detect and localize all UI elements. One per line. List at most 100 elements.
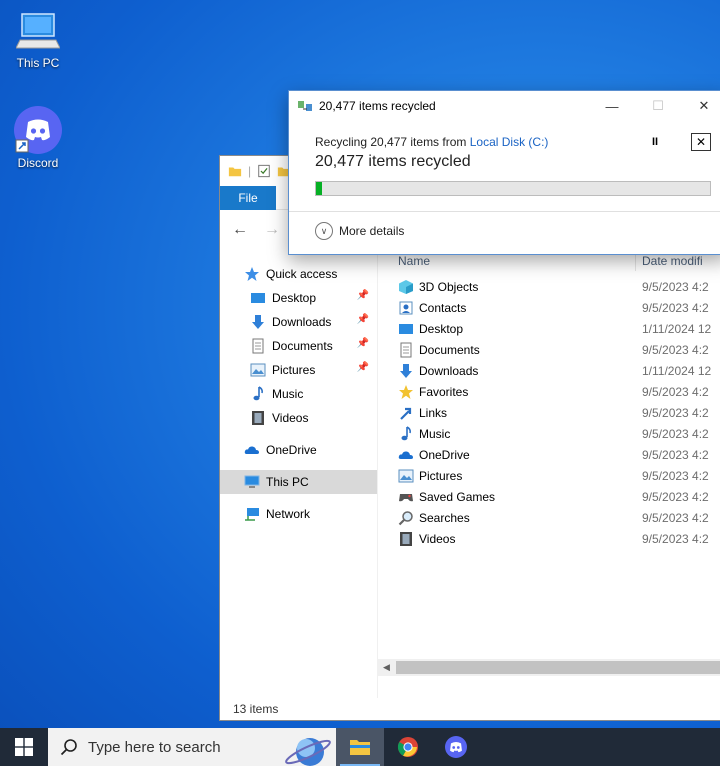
list-item[interactable]: Videos 9/5/2023 4:2: [378, 528, 720, 549]
search-icon: [60, 739, 77, 756]
computer-icon: [244, 475, 260, 488]
file-list-pane: Name Date modifi 3D Objects 9/5/2023 4:2…: [378, 250, 720, 698]
nav-item-onedrive[interactable]: OneDrive: [220, 438, 377, 462]
nav-item-label: Videos: [272, 411, 309, 425]
item-date: 9/5/2023 4:2: [642, 384, 709, 399]
recycle-transfer-icon: [298, 101, 312, 111]
file-tab[interactable]: File: [220, 186, 276, 210]
item-date: 9/5/2023 4:2: [642, 279, 709, 294]
item-date: 9/5/2023 4:2: [642, 405, 709, 420]
pin-icon[interactable]: 📌: [357, 290, 369, 301]
dialog-title: 20,477 items recycled: [319, 99, 436, 113]
back-arrow-icon[interactable]: ←: [232, 221, 248, 239]
maximize-button[interactable]: ☐: [635, 91, 681, 121]
scroll-left-icon[interactable]: ◀: [378, 662, 395, 673]
recycle-status-text: 20,477 items recycled: [315, 153, 471, 170]
forward-arrow-icon[interactable]: →: [264, 221, 280, 239]
document-icon: [252, 338, 264, 354]
film-icon: [252, 411, 264, 425]
nav-item-pictures[interactable]: Pictures 📌: [220, 358, 377, 382]
list-item[interactable]: Saved Games 9/5/2023 4:2: [378, 486, 720, 507]
nav-item-documents[interactable]: Documents 📌: [220, 334, 377, 358]
music-note-icon: [253, 386, 263, 401]
contacts-icon: [399, 301, 413, 314]
nav-item-quick-access[interactable]: Quick access: [220, 262, 377, 286]
item-name: Music: [419, 426, 451, 441]
desktop-icon-label: Discord: [17, 156, 59, 170]
magnifier-icon: [398, 510, 413, 525]
pin-icon[interactable]: 📌: [357, 362, 369, 373]
item-date: 9/5/2023 4:2: [642, 489, 709, 504]
pin-icon[interactable]: 📌: [357, 314, 369, 325]
item-date: 9/5/2023 4:2: [642, 510, 709, 525]
search-highlight-icon: [285, 738, 331, 766]
star-icon: [245, 267, 259, 281]
computer-icon: [16, 13, 60, 49]
list-item[interactable]: Contacts 9/5/2023 4:2: [378, 297, 720, 318]
link-arrow-icon: [400, 407, 412, 420]
discord-icon: [445, 736, 467, 758]
taskbar-search-box[interactable]: Type here to search: [48, 728, 336, 766]
recycle-progress-bar: [315, 181, 711, 196]
item-name: OneDrive: [419, 447, 470, 462]
desktop-icon-discord[interactable]: Discord: [8, 106, 68, 170]
item-name: Desktop: [419, 321, 464, 336]
list-item[interactable]: Searches 9/5/2023 4:2: [378, 507, 720, 528]
nav-item-videos[interactable]: Videos: [220, 406, 377, 430]
folder-icon: [228, 167, 242, 177]
stop-button[interactable]: ✕: [691, 133, 711, 151]
desktop-icon-label: This PC: [16, 56, 60, 70]
more-details-button[interactable]: ∨ More details: [315, 222, 404, 240]
saved-games-icon: [399, 493, 413, 501]
source-drive-link[interactable]: Local Disk (C:): [470, 135, 549, 149]
star-icon: [399, 384, 413, 399]
start-button[interactable]: [0, 728, 48, 766]
item-name: Videos: [419, 531, 456, 546]
network-icon: [245, 508, 259, 521]
taskbar-discord[interactable]: [432, 728, 480, 766]
horizontal-scrollbar[interactable]: ◀: [378, 659, 720, 676]
nav-item-label: OneDrive: [266, 443, 317, 457]
desktop-folder-icon: [251, 293, 265, 303]
film-icon: [400, 531, 412, 546]
list-item[interactable]: 3D Objects 9/5/2023 4:2: [378, 276, 720, 297]
download-arrow-icon: [252, 315, 264, 329]
list-item[interactable]: Pictures 9/5/2023 4:2: [378, 465, 720, 486]
pause-button[interactable]: II: [645, 133, 665, 151]
list-item[interactable]: Documents 9/5/2023 4:2: [378, 339, 720, 360]
minimize-button[interactable]: —: [589, 91, 635, 121]
list-item[interactable]: OneDrive 9/5/2023 4:2: [378, 444, 720, 465]
list-item[interactable]: Desktop 1/11/2024 12: [378, 318, 720, 339]
taskbar-chrome[interactable]: [384, 728, 432, 766]
item-name: Downloads: [419, 363, 479, 378]
nav-item-network[interactable]: Network: [220, 502, 377, 526]
desktop-icon-this-pc[interactable]: This PC: [8, 10, 68, 70]
item-date: 1/11/2024 12: [642, 321, 712, 336]
nav-item-desktop[interactable]: Desktop 📌: [220, 286, 377, 310]
item-name: Documents: [419, 342, 480, 357]
file-list: 3D Objects 9/5/2023 4:2 Contacts 9/5/202…: [378, 272, 720, 549]
list-item[interactable]: Downloads 1/11/2024 12: [378, 360, 720, 381]
windows-logo-icon: [15, 738, 33, 756]
taskbar-file-explorer[interactable]: [336, 728, 384, 766]
properties-icon[interactable]: [257, 163, 271, 179]
nav-item-this-pc[interactable]: This PC: [220, 470, 377, 494]
cloud-icon: [398, 450, 413, 459]
scrollbar-thumb[interactable]: [396, 661, 720, 674]
list-item[interactable]: Favorites 9/5/2023 4:2: [378, 381, 720, 402]
nav-item-label: Documents: [272, 339, 333, 353]
nav-item-label: Downloads: [272, 315, 332, 329]
nav-item-downloads[interactable]: Downloads 📌: [220, 310, 377, 334]
list-item[interactable]: Music 9/5/2023 4:2: [378, 423, 720, 444]
picture-icon: [398, 469, 414, 482]
pin-icon[interactable]: 📌: [357, 338, 369, 349]
nav-item-label: Pictures: [272, 363, 316, 377]
close-button[interactable]: ✕: [681, 91, 720, 121]
item-name: Pictures: [419, 468, 463, 483]
nav-item-music[interactable]: Music: [220, 382, 377, 406]
3d-objects-icon: [399, 279, 413, 294]
discord-icon: [14, 106, 62, 154]
list-item[interactable]: Links 9/5/2023 4:2: [378, 402, 720, 423]
item-name: Favorites: [419, 384, 469, 399]
item-name: Searches: [419, 510, 470, 525]
